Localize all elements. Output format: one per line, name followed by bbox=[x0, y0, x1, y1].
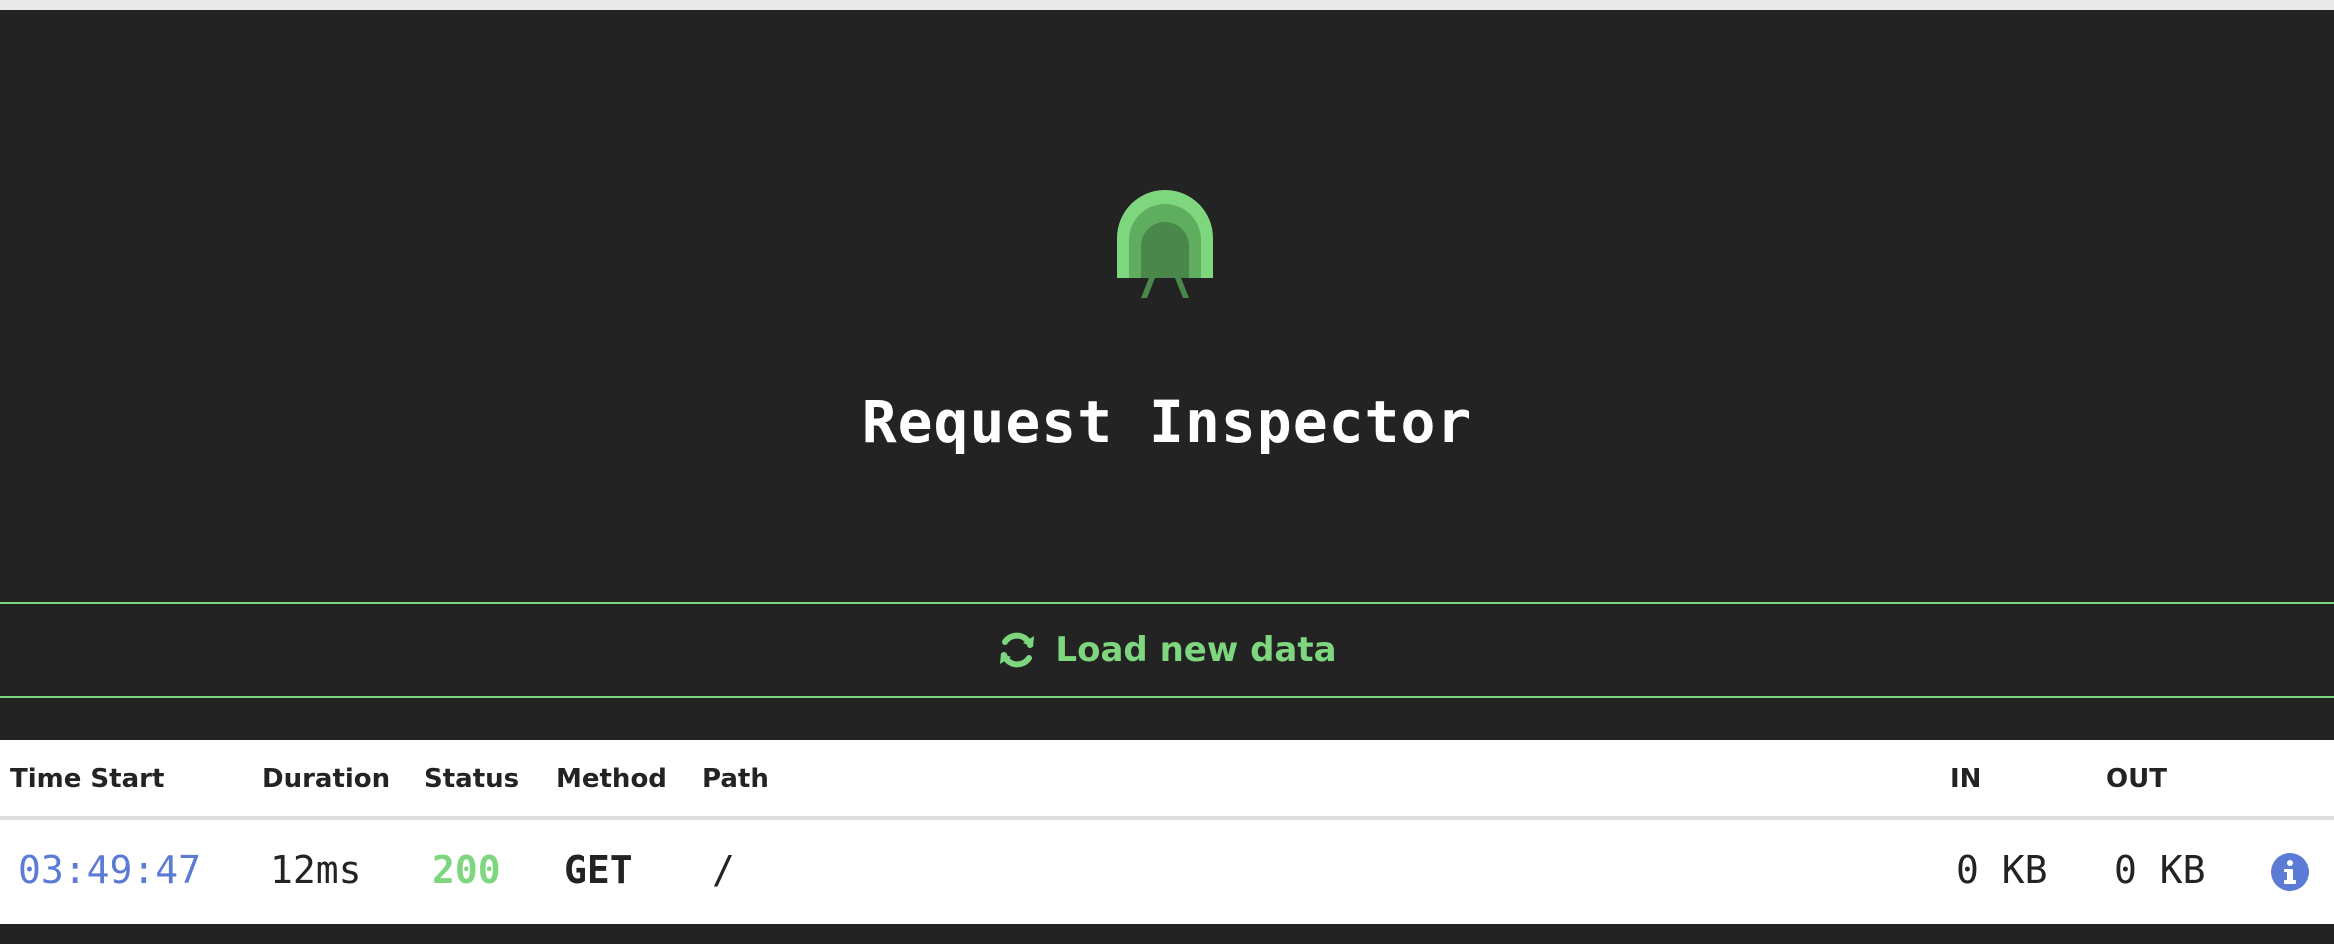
spacer bbox=[0, 698, 2334, 740]
time-start-cell: 03:49:47 bbox=[18, 848, 202, 892]
requests-table: Time Start Duration Status Method Path I… bbox=[0, 740, 2334, 924]
bottom-strip bbox=[0, 924, 2334, 944]
column-header-out: OUT bbox=[2106, 764, 2167, 794]
refresh-icon bbox=[1000, 632, 1035, 668]
out-cell: 0 KB bbox=[2114, 848, 2206, 892]
method-cell: GET bbox=[564, 848, 633, 892]
table-header: Time Start Duration Status Method Path I… bbox=[0, 740, 2334, 820]
page-title: Request Inspector bbox=[861, 388, 1473, 456]
header bbox=[0, 10, 2334, 602]
column-header-duration: Duration bbox=[262, 764, 391, 794]
info-icon[interactable] bbox=[2270, 852, 2310, 892]
column-header-in: IN bbox=[1950, 764, 1982, 794]
column-header-status: Status bbox=[424, 764, 520, 794]
column-header-path: Path bbox=[702, 764, 769, 794]
column-header-method: Method bbox=[556, 764, 667, 794]
status-cell: 200 bbox=[432, 848, 501, 892]
column-header-time-start: Time Start bbox=[10, 764, 165, 794]
table-row[interactable]: 03:49:47 12ms 200 GET / 0 KB 0 KB bbox=[0, 820, 2334, 924]
path-cell: / bbox=[712, 848, 735, 892]
load-new-data-label: Load new data bbox=[1055, 630, 1337, 670]
in-cell: 0 KB bbox=[1956, 848, 2048, 892]
duration-cell: 12ms bbox=[270, 848, 362, 892]
tunnel-logo-icon bbox=[1117, 190, 1213, 298]
top-strip bbox=[0, 0, 2334, 10]
load-new-data-button[interactable]: Load new data bbox=[0, 602, 2334, 698]
